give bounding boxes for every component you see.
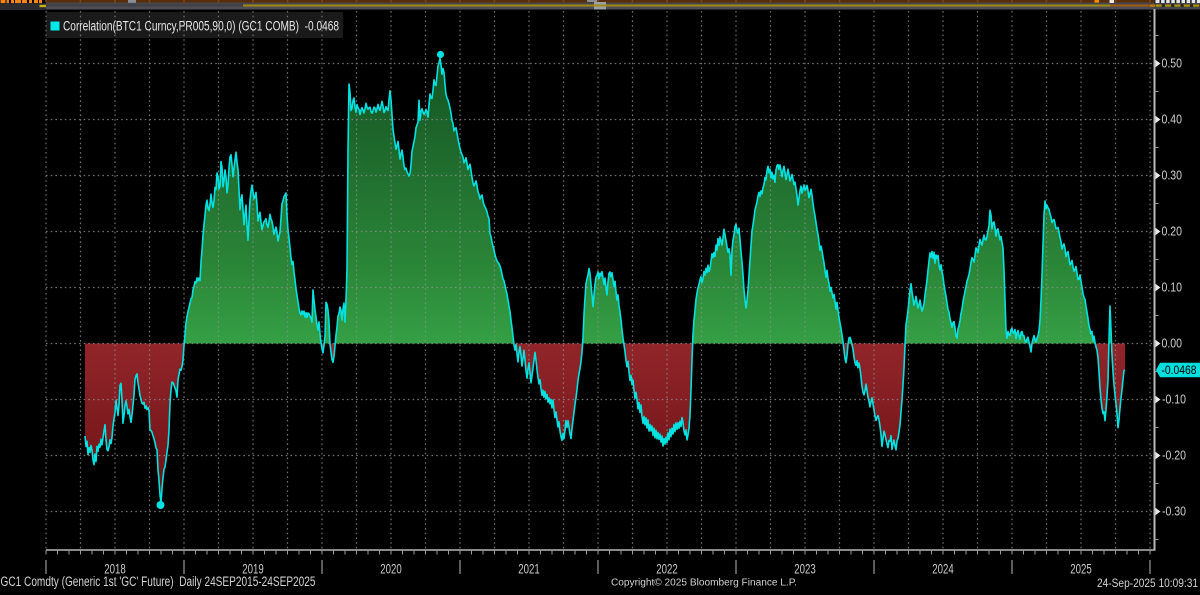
svg-text:2022: 2022 bbox=[656, 562, 678, 577]
svg-text:2020: 2020 bbox=[380, 562, 402, 577]
svg-text:GC1 Comdty (Generic 1st 'GC' F: GC1 Comdty (Generic 1st 'GC' Future) Dai… bbox=[1, 574, 316, 589]
svg-text:-0.20: -0.20 bbox=[1162, 449, 1186, 463]
svg-text:0.00: 0.00 bbox=[1162, 337, 1183, 351]
svg-text:2025: 2025 bbox=[1070, 562, 1092, 577]
svg-text:0.30: 0.30 bbox=[1162, 169, 1183, 183]
svg-text:-0.10: -0.10 bbox=[1162, 393, 1186, 407]
svg-text:2024: 2024 bbox=[932, 562, 954, 577]
svg-text:24-Sep-2025 10:09:31: 24-Sep-2025 10:09:31 bbox=[1097, 576, 1198, 590]
svg-text:0.50: 0.50 bbox=[1162, 57, 1183, 71]
svg-text:2023: 2023 bbox=[794, 562, 816, 577]
svg-text:-0.30: -0.30 bbox=[1162, 505, 1186, 519]
svg-text:-0.0468: -0.0468 bbox=[1162, 365, 1197, 377]
svg-text:0.20: 0.20 bbox=[1162, 225, 1183, 239]
svg-text:Copyright© 2025 Bloomberg Fina: Copyright© 2025 Bloomberg Finance L.P. bbox=[611, 578, 797, 589]
svg-text:Correlation(BTC1 Curncy,PR005,: Correlation(BTC1 Curncy,PR005,90,0) (GC1… bbox=[63, 19, 339, 34]
svg-text:0.40: 0.40 bbox=[1162, 113, 1183, 127]
svg-text:2021: 2021 bbox=[518, 562, 540, 577]
svg-text:0.10: 0.10 bbox=[1162, 281, 1183, 295]
